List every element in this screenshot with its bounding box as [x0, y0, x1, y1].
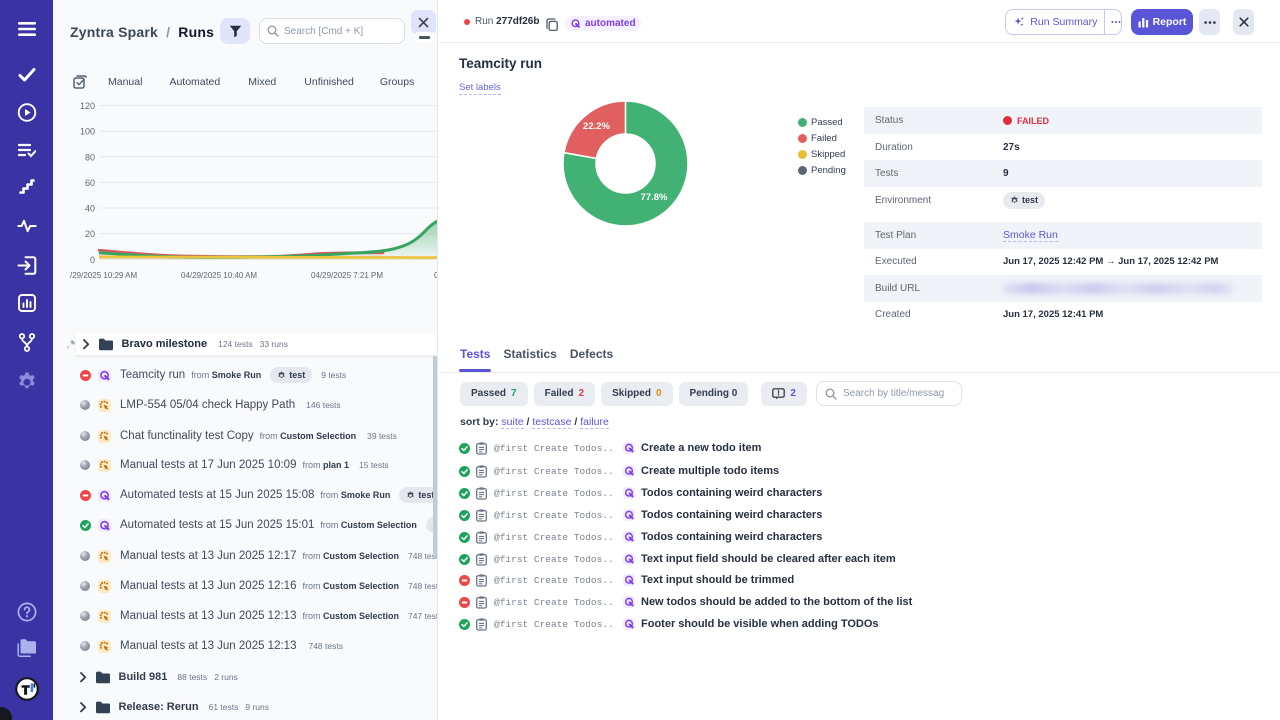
svg-text:80: 80 — [85, 152, 95, 162]
svg-text:22.2%: 22.2% — [583, 121, 610, 132]
svg-text:/29/2025 10:29 AM: /29/2025 10:29 AM — [70, 271, 138, 280]
svg-text:77.8%: 77.8% — [641, 192, 668, 203]
svg-text:60: 60 — [85, 178, 95, 188]
svg-text:120: 120 — [80, 101, 95, 111]
svg-text:40: 40 — [85, 204, 95, 214]
svg-text:04/29/2025 10:40 AM: 04/29/2025 10:40 AM — [181, 271, 257, 280]
svg-text:0: 0 — [434, 271, 438, 280]
svg-text:04/29/2025 7:21 PM: 04/29/2025 7:21 PM — [311, 271, 383, 280]
svg-text:20: 20 — [85, 229, 95, 239]
svg-text:100: 100 — [80, 127, 95, 137]
svg-text:0: 0 — [90, 255, 95, 265]
